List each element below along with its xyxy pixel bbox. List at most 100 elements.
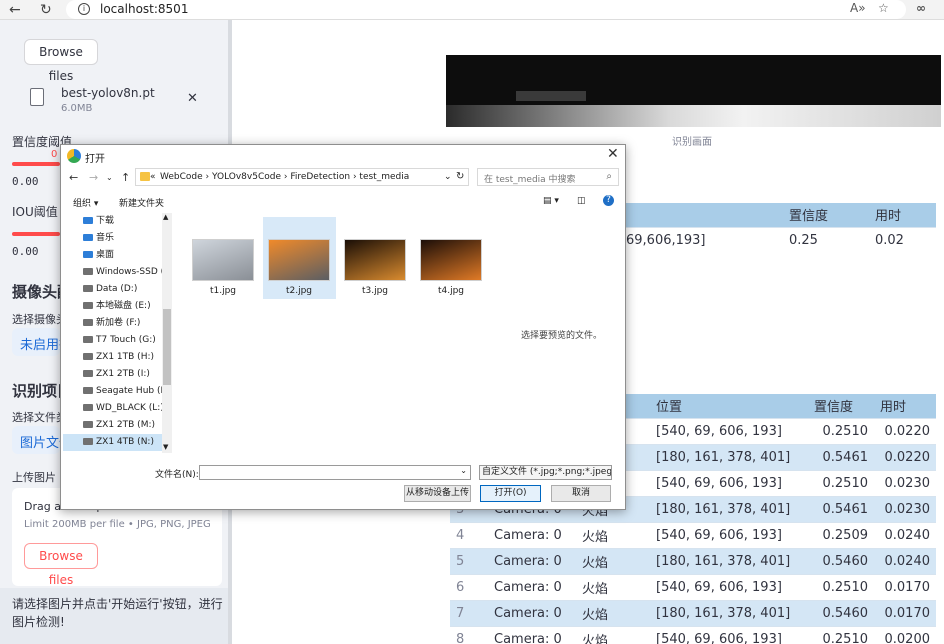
iou-value: 0.00 (12, 245, 39, 258)
chevron-down-icon[interactable]: ⌄ (106, 173, 113, 182)
help-icon[interactable]: ? (603, 195, 614, 206)
file-name-label[interactable]: t2.jpg (268, 286, 330, 296)
nav-tree-item[interactable]: 桌面 (63, 247, 163, 264)
info-message: 请选择图片并点击'开始运行'按钮，进行 图片检测! (0, 588, 228, 644)
table-cell: 火焰 (576, 573, 650, 600)
table-cell: 0.25 (783, 226, 869, 253)
table-cell: Camera: 0 (488, 521, 576, 548)
mobile-upload-button[interactable]: 从移动设备上传 (404, 485, 471, 502)
drive-icon (83, 319, 93, 326)
browse-files-button-top[interactable]: Browse files (24, 39, 98, 83)
nav-tree-item[interactable]: 音乐 (63, 230, 163, 247)
nav-tree-label: Data (D:) (96, 284, 138, 294)
file-name-label[interactable]: t4.jpg (420, 286, 482, 296)
path-breadcrumb[interactable]: « WebCode › YOLOv8v5Code › FireDetection… (135, 168, 469, 186)
preview-pane-icon[interactable]: ◫ (577, 196, 586, 206)
reload-icon[interactable]: ↻ (40, 1, 52, 19)
nav-tree-item[interactable]: WD_BLACK (L:) (63, 400, 163, 417)
path-text: WebCode › YOLOv8v5Code › FireDetection ›… (160, 172, 410, 182)
search-input[interactable]: 在 test_media 中搜索 ⌕ (477, 168, 619, 186)
camera-toggle-button[interactable]: 未启用摄 (12, 328, 60, 356)
iou-slider[interactable] (12, 232, 60, 236)
filename-label: 文件名(N): (155, 470, 199, 480)
drop-zone-limit: Limit 200MB per file • JPG, PNG, JPEG (24, 519, 211, 530)
back-arrow-icon[interactable]: ← (69, 171, 78, 184)
confidence-slider[interactable] (12, 162, 60, 166)
url-text[interactable]: localhost:8501 (100, 2, 188, 16)
new-folder-button[interactable]: 新建文件夹 (119, 196, 164, 209)
search-placeholder: 在 test_media 中搜索 (484, 175, 576, 185)
nav-tree-label: 本地磁盘 (E:) (96, 301, 151, 311)
info-text-line2: 图片检测! (12, 615, 65, 629)
table-cell: 6 (450, 573, 488, 600)
refresh-icon[interactable]: ↻ (456, 171, 464, 182)
nav-tree-label: 新加卷 (F:) (96, 318, 141, 328)
cancel-button[interactable]: 取消 (551, 485, 611, 502)
file-thumbnail[interactable] (420, 239, 482, 281)
table-cell: 69,606,193] (620, 226, 783, 253)
file-name-label[interactable]: t3.jpg (344, 286, 406, 296)
table-cell: 火焰 (576, 599, 650, 626)
table-cell: [540, 69, 606, 193] (650, 573, 808, 600)
nav-tree-item[interactable]: 新加卷 (F:) (63, 315, 163, 332)
navigation-pane: 下载音乐 桌面 Windows-SSD (C Data (D:) 本地磁盘 (E:) 新加… (63, 213, 173, 453)
nav-tree-item[interactable]: 下载 (63, 213, 163, 230)
nav-tree-item[interactable]: ZX1 4TB (N:) (63, 434, 163, 451)
info-icon[interactable]: i (78, 3, 90, 15)
favorite-icon[interactable]: ☆ (878, 1, 889, 15)
close-icon[interactable]: ✕ (607, 146, 619, 162)
address-bar[interactable]: i localhost:8501 A» ☆ (66, 0, 906, 19)
top-table-header (620, 203, 783, 227)
up-arrow-icon[interactable]: ↑ (121, 171, 130, 184)
nav-tree-item[interactable]: T7 Touch (G:) (63, 332, 163, 349)
open-button[interactable]: 打开(O) (480, 485, 541, 502)
drive-icon (83, 438, 93, 445)
table-cell: 0.2509 (808, 521, 874, 548)
file-type-select[interactable]: 图片文件 (12, 426, 60, 454)
read-aloud-icon[interactable]: A» (850, 1, 866, 15)
table-cell: 0.5461 (808, 495, 874, 522)
table-cell: 0.0170 (874, 573, 936, 600)
file-type-filter[interactable]: 自定义文件 (*.jpg;*.png;*.jpeg (479, 465, 612, 480)
view-options-icon[interactable]: ▤ ▾ (543, 196, 559, 206)
extension-icon[interactable]: ∞ (916, 1, 926, 15)
table-row: 6 Camera: 0 火焰 [540, 69, 606, 193] 0.2510 0.0… (450, 573, 936, 600)
file-name-label[interactable]: t1.jpg (192, 286, 254, 296)
nav-tree-item[interactable]: Data (D:) (63, 281, 163, 298)
file-thumbnail[interactable] (192, 239, 254, 281)
table-cell: 0.02 (869, 226, 936, 253)
organize-menu[interactable]: 组织 ▾ (73, 196, 98, 209)
scroll-down-icon[interactable]: ▼ (163, 443, 168, 451)
nav-tree-item[interactable]: ZX1 1TB (H:) (63, 349, 163, 366)
nav-tree-item[interactable]: ZX1 2TB (M:) (63, 417, 163, 434)
browser-toolbar: ← ↻ i localhost:8501 A» ☆ ∞ (0, 0, 944, 20)
open-file-dialog: 打开 ✕ ← → ⌄ ↑ « WebCode › YOLOv8v5Code › … (60, 144, 626, 510)
table-row: 5 Camera: 0 火焰 [180, 161, 378, 401] 0.5460 0.… (450, 547, 936, 574)
nav-tree-item[interactable]: Windows-SSD (C (63, 264, 163, 281)
nav-tree-label: T7 Touch (G:) (96, 335, 156, 345)
back-icon[interactable]: ← (9, 1, 21, 19)
file-thumbnail[interactable] (344, 239, 406, 281)
nav-tree-label: ZX1 2TB (M:) (96, 420, 155, 430)
filename-input[interactable]: ⌄ (199, 465, 471, 480)
path-dropdown-icon[interactable]: ⌄ (444, 172, 452, 182)
nav-tree-item[interactable]: ZX1 2TB (I:) (63, 366, 163, 383)
nav-tree-item[interactable]: Seagate Hub (K: (63, 383, 163, 400)
table-cell: 0.2510 (808, 573, 874, 600)
scrollbar-thumb[interactable] (163, 309, 171, 385)
scroll-up-icon[interactable]: ▲ (163, 213, 168, 221)
nav-tree-label: 下载 (96, 216, 115, 226)
file-thumbnail[interactable] (268, 239, 330, 281)
path-prefix: « (150, 172, 156, 182)
browse-files-button[interactable]: Browse files (24, 543, 98, 587)
uploaded-file-name: best-yolov8n.pt (61, 86, 155, 100)
folder-icon (140, 172, 150, 181)
filename-dropdown-icon[interactable]: ⌄ (460, 466, 467, 475)
remove-file-icon[interactable]: ✕ (187, 91, 198, 106)
top-result-table: 置信度 用时 69,606,193] 0.25 0.02 (620, 203, 936, 253)
navigation-scrollbar[interactable]: ▲ ▼ (162, 213, 172, 453)
forward-arrow-icon[interactable]: → (89, 171, 98, 184)
table-cell: 0.0240 (874, 547, 936, 574)
info-text-line1: 请选择图片并点击'开始运行'按钮，进行 (12, 597, 223, 611)
nav-tree-item[interactable]: 本地磁盘 (E:) (63, 298, 163, 315)
